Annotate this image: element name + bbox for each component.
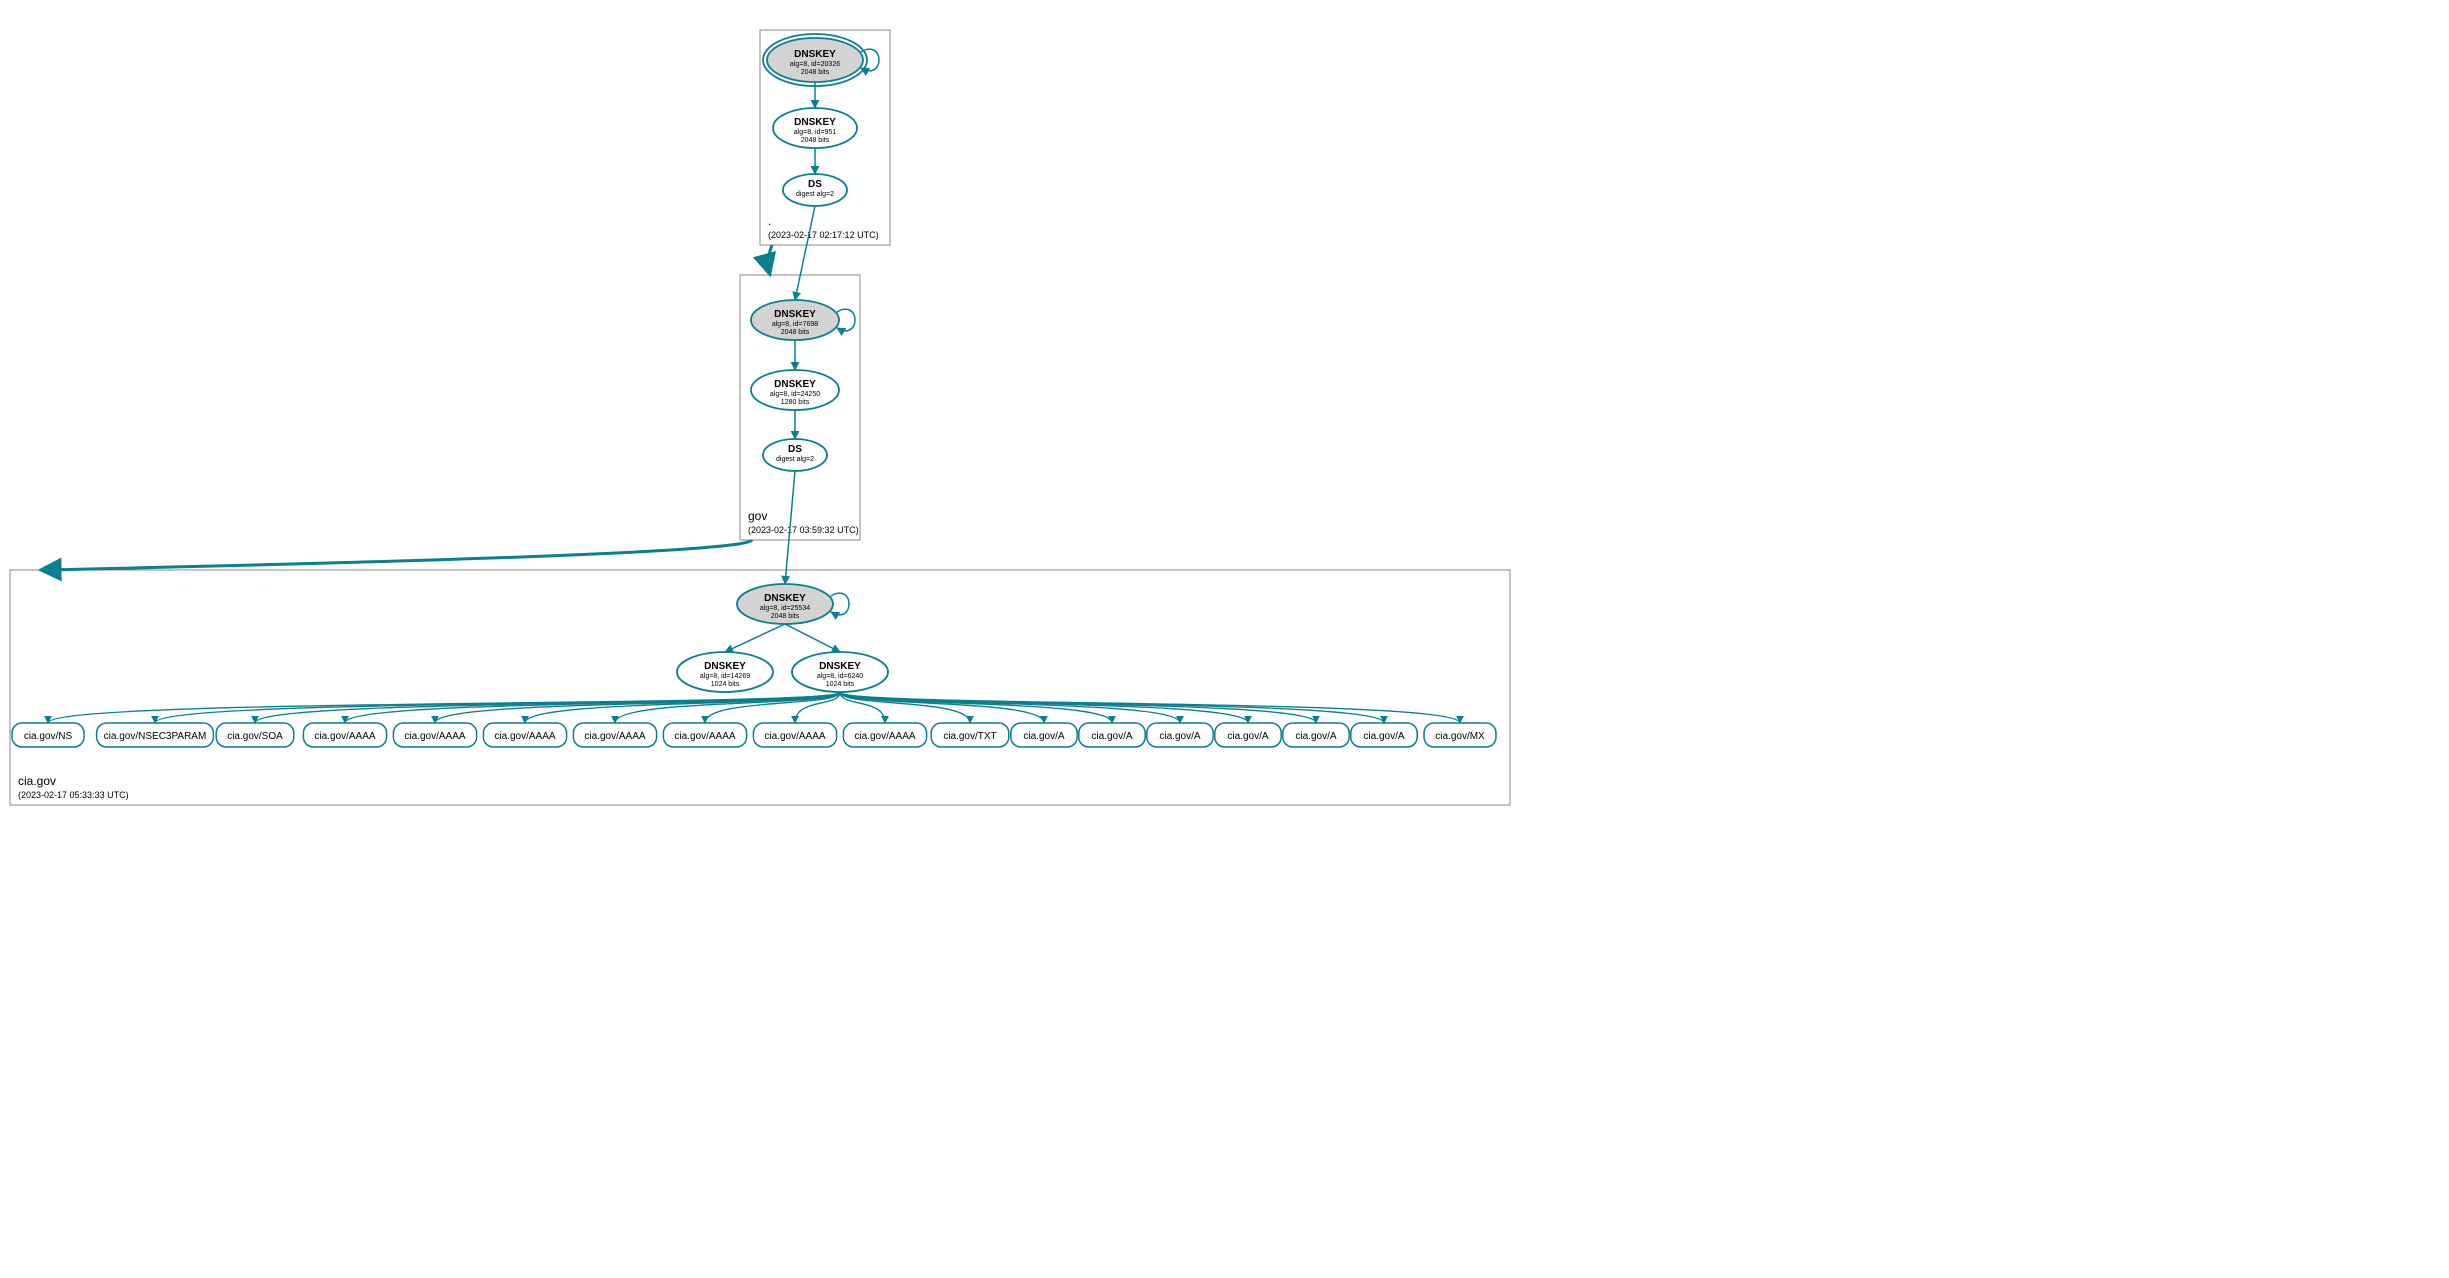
zone-arrow	[768, 245, 772, 275]
node-sub1: alg=8, id=951	[794, 129, 837, 136]
node-sub1: alg=8, id=24250	[770, 391, 820, 398]
node-title: DNSKEY	[794, 49, 836, 60]
node-sub2: 2048 bits	[801, 69, 830, 76]
dnssec-diagram: .(2023-02-17 02:17:12 UTC)DNSKEYalg=8, i…	[0, 0, 1520, 820]
rrset-label: cia.gov/TXT	[943, 731, 996, 742]
node-sub2: 1024 bits	[826, 681, 855, 688]
zone-timestamp: (2023-02-17 05:33:33 UTC)	[18, 790, 129, 800]
rrset-label: cia.gov/AAAA	[584, 731, 645, 742]
zone-timestamp: (2023-02-17 03:59:32 UTC)	[748, 525, 859, 535]
edge	[795, 206, 815, 300]
node-sub2: 1280 bits	[781, 399, 810, 406]
rrset-label: cia.gov/A	[1159, 731, 1200, 742]
fanout-edge	[48, 692, 840, 723]
node-sub1: alg=8, id=14269	[700, 673, 750, 680]
rrset-label: cia.gov/A	[1023, 731, 1064, 742]
rrset-label: cia.gov/A	[1295, 731, 1336, 742]
zone-label: gov	[748, 509, 767, 523]
zone-arrow	[40, 540, 752, 570]
rrset-label: cia.gov/A	[1363, 731, 1404, 742]
rrset-label: cia.gov/AAAA	[854, 731, 915, 742]
edge	[725, 624, 785, 652]
node-title: DNSKEY	[774, 379, 816, 390]
node-sub2: 1024 bits	[711, 681, 740, 688]
node-title: DNSKEY	[774, 309, 816, 320]
node-title: DS	[788, 444, 802, 455]
rrset-label: cia.gov/AAAA	[404, 731, 465, 742]
node-sub2: 2048 bits	[781, 329, 810, 336]
rrset-label: cia.gov/NS	[24, 731, 73, 742]
rrset-label: cia.gov/AAAA	[494, 731, 555, 742]
node-title: DS	[808, 179, 822, 190]
zone-label: cia.gov	[18, 774, 56, 788]
node-sub1: digest alg=2	[776, 456, 814, 463]
rrset-label: cia.gov/A	[1227, 731, 1268, 742]
rrset-label: cia.gov/AAAA	[674, 731, 735, 742]
rrset-label: cia.gov/NSEC3PARAM	[104, 731, 207, 742]
node-sub1: alg=8, id=6240	[817, 673, 863, 680]
rrset-label: cia.gov/A	[1091, 731, 1132, 742]
node-title: DNSKEY	[704, 661, 746, 672]
fanout-edge	[525, 692, 840, 723]
rrset-label: cia.gov/SOA	[227, 731, 283, 742]
node-sub1: alg=8, id=20326	[790, 61, 840, 68]
fanout-edge	[435, 692, 840, 723]
fanout-edge	[840, 692, 1180, 723]
node-title: DNSKEY	[819, 661, 861, 672]
rrset-label: cia.gov/MX	[1435, 731, 1485, 742]
node-sub2: 2048 bits	[801, 137, 830, 144]
rrset-label: cia.gov/AAAA	[314, 731, 375, 742]
node-sub1: alg=8, id=7698	[772, 321, 818, 328]
node-sub1: digest alg=2	[796, 191, 834, 198]
node-title: DNSKEY	[794, 117, 836, 128]
edge	[785, 624, 840, 652]
rrset-label: cia.gov/AAAA	[764, 731, 825, 742]
zone-timestamp: (2023-02-17 02:17:12 UTC)	[768, 230, 879, 240]
zone-label: .	[768, 214, 771, 228]
node-sub2: 2048 bits	[771, 613, 800, 620]
fanout-edge	[840, 692, 1112, 723]
node-title: DNSKEY	[764, 593, 806, 604]
node-sub1: alg=8, id=25534	[760, 605, 810, 612]
